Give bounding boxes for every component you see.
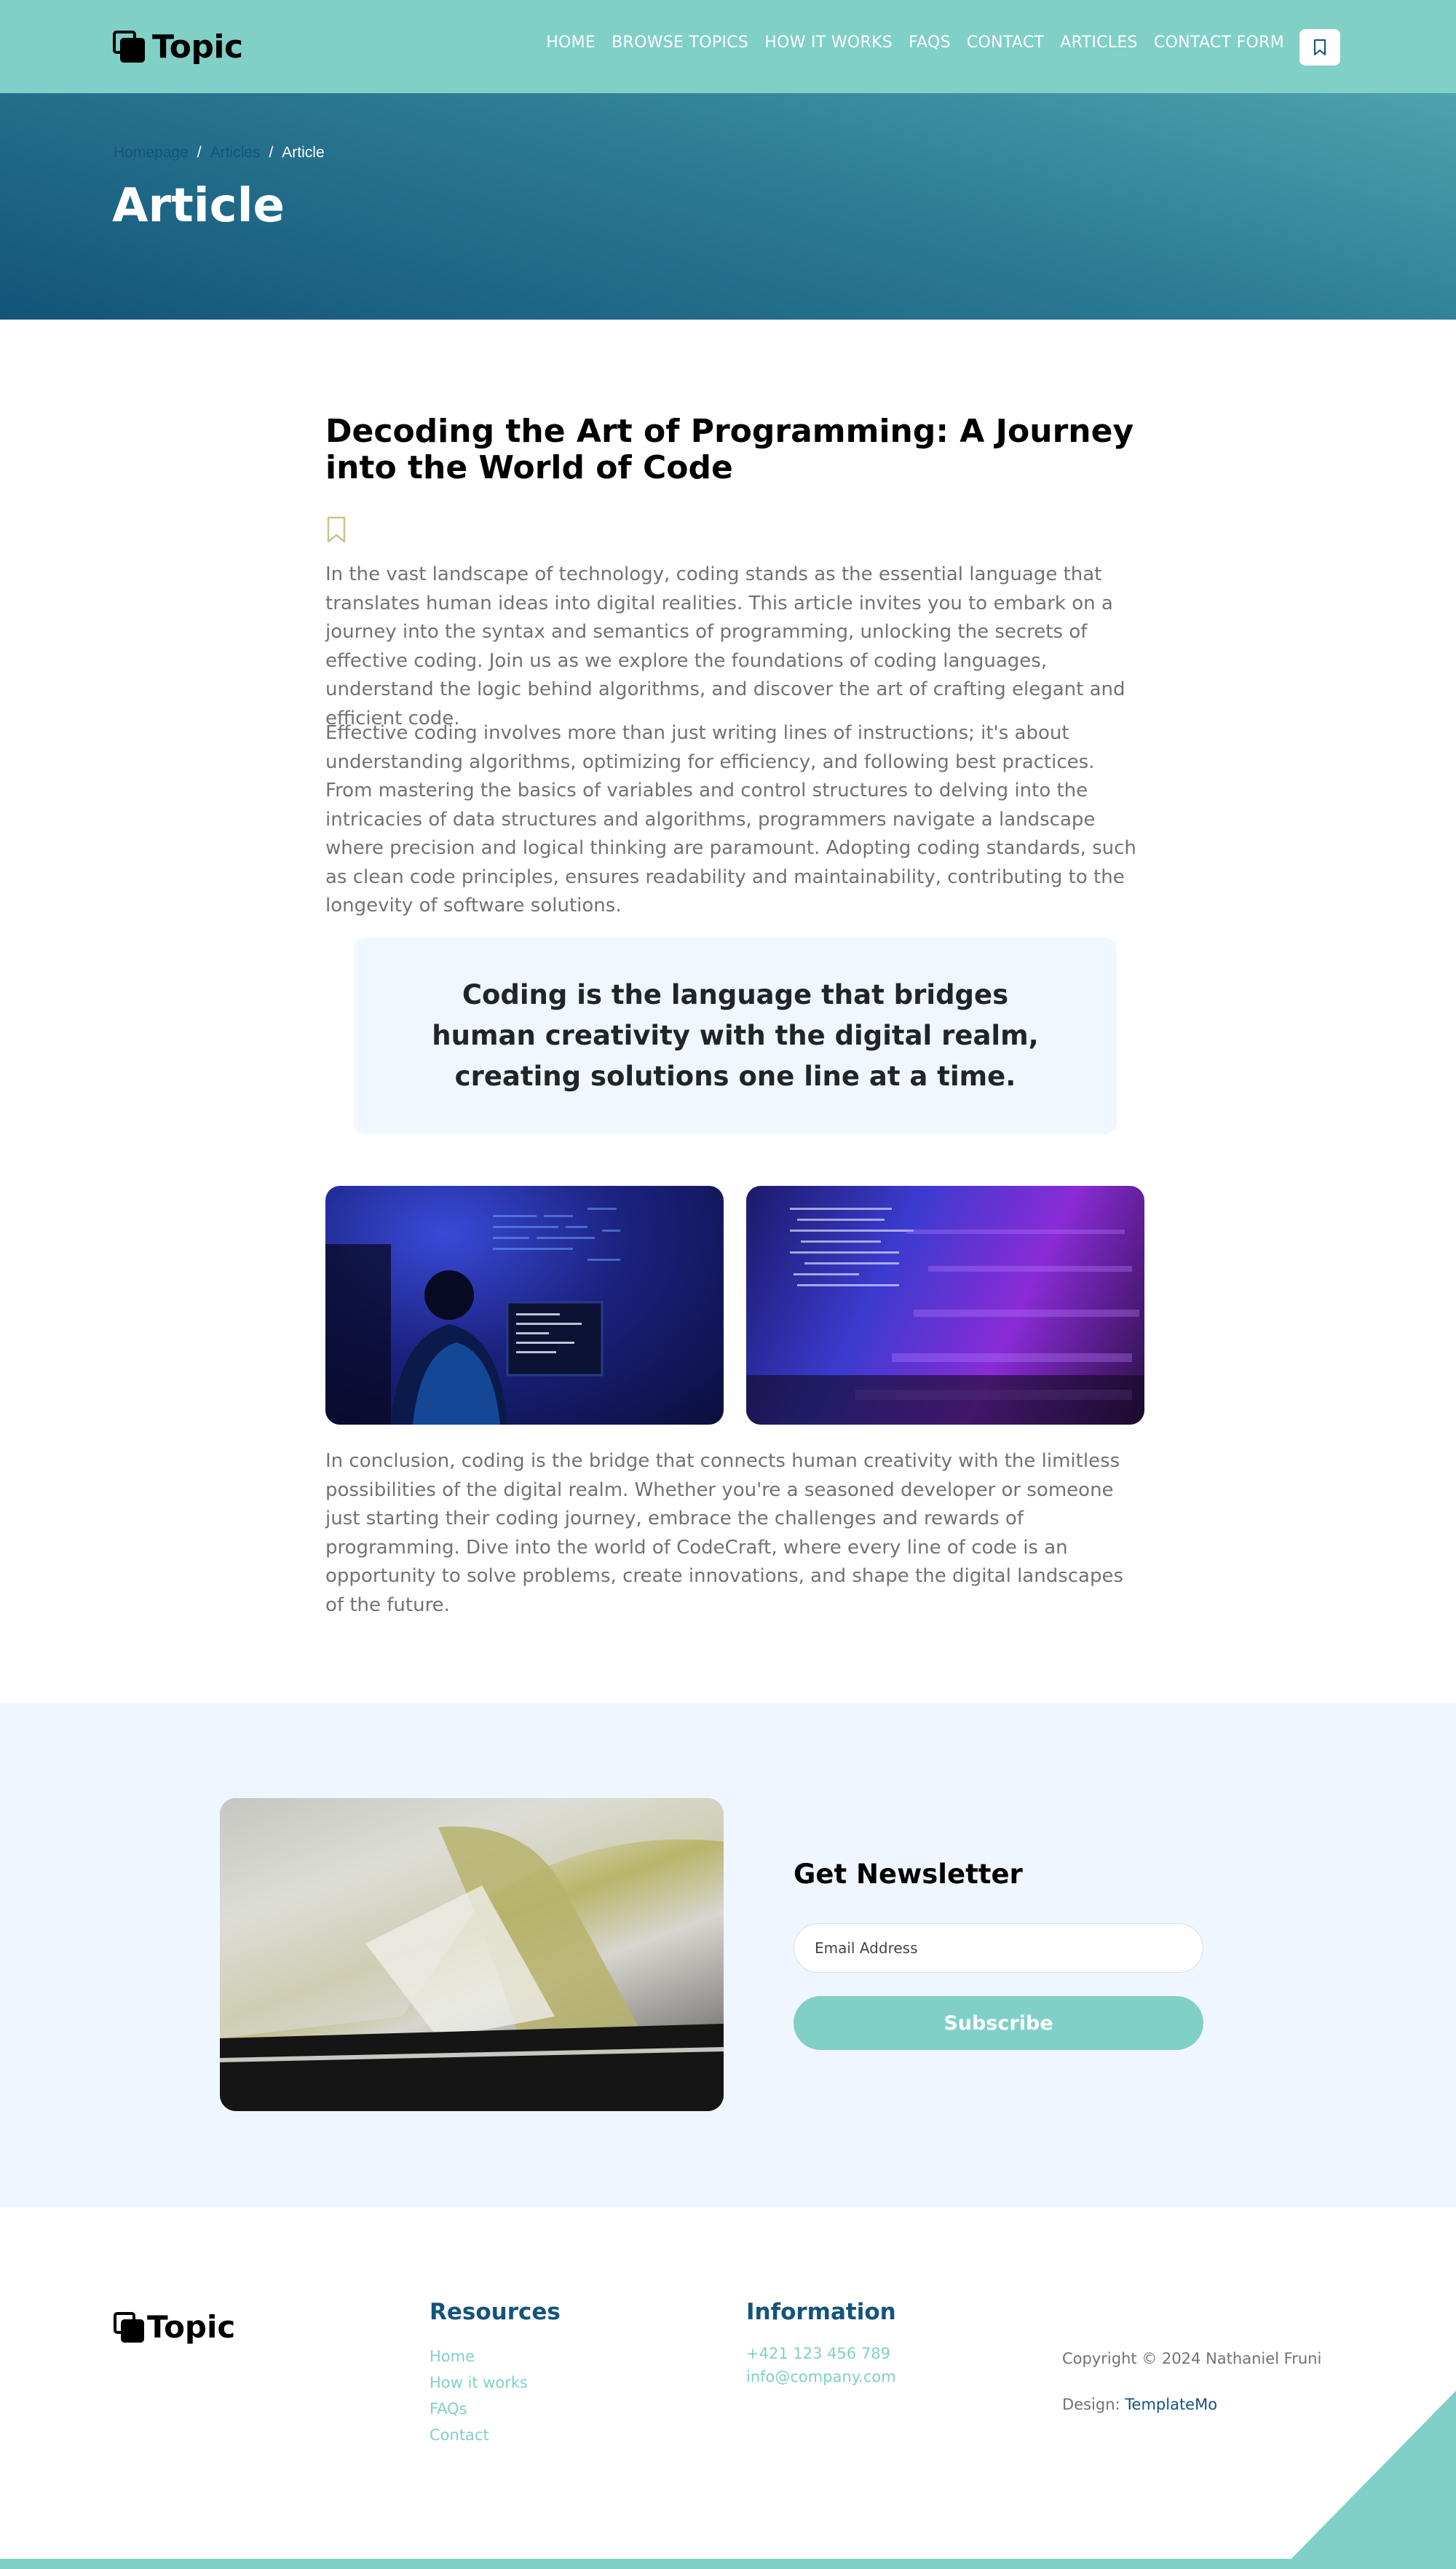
nav-contact-form[interactable]: CONTACT FORM <box>1154 33 1284 52</box>
copyright-text: Copyright © 2024 Nathaniel Fruni <box>1062 2350 1322 2367</box>
footer-corner-shape <box>1281 2391 1456 2569</box>
footer-link-home[interactable]: Home <box>430 2347 528 2366</box>
footer-link-contact[interactable]: Contact <box>430 2426 528 2445</box>
information-links: +421 123 456 789 info@company.com <box>746 2344 896 2386</box>
logo-icon <box>113 31 145 63</box>
footer-brand-name: Topic <box>147 2309 236 2345</box>
newsletter-section: Get Newsletter Subscribe <box>0 1703 1456 2207</box>
article-paragraph: In the vast landscape of technology, cod… <box>325 563 1125 729</box>
nav-menu: HOME BROWSE TOPICS HOW IT WORKS FAQS CON… <box>546 33 1284 52</box>
hero-banner: Homepage / Articles / Article Article <box>0 93 1456 320</box>
breadcrumb-articles[interactable]: Articles <box>210 144 261 162</box>
page-title: Article <box>112 179 285 233</box>
breadcrumb-homepage[interactable]: Homepage <box>114 144 189 162</box>
email-input[interactable] <box>794 1923 1203 1973</box>
brand-logo[interactable]: Topic <box>113 28 243 66</box>
blockquote: Coding is the language that bridges huma… <box>354 938 1117 1134</box>
nav-how-it-works[interactable]: HOW IT WORKS <box>764 33 893 52</box>
bookmark-icon <box>1314 39 1326 55</box>
bookmark-button[interactable] <box>1299 29 1340 66</box>
design-credit: Design: TemplateMo <box>1062 2396 1217 2413</box>
footer-link-faqs[interactable]: FAQs <box>430 2399 528 2418</box>
navbar: Topic HOME BROWSE TOPICS HOW IT WORKS FA… <box>0 0 1456 93</box>
footer-email-link[interactable]: info@company.com <box>746 2367 896 2386</box>
breadcrumb-separator: / <box>197 144 202 161</box>
nav-browse-topics[interactable]: BROWSE TOPICS <box>612 33 748 52</box>
brand-name: Topic <box>152 28 243 66</box>
breadcrumb: Homepage / Articles / Article <box>114 144 325 162</box>
article-title: Decoding the Art of Programming: A Journ… <box>325 413 1134 486</box>
resources-links: Home How it works FAQs Contact <box>430 2347 528 2445</box>
information-title: Information <box>746 2299 896 2325</box>
bookmark-icon[interactable] <box>325 515 347 545</box>
logo-icon <box>114 2311 144 2343</box>
footer-phone-link[interactable]: +421 123 456 789 <box>746 2344 896 2363</box>
subscribe-button[interactable]: Subscribe <box>794 1996 1203 2050</box>
nav-contact[interactable]: CONTACT <box>967 33 1044 52</box>
footer-link-how-it-works[interactable]: How it works <box>430 2373 528 2392</box>
article-content: Decoding the Art of Programming: A Journ… <box>325 413 1145 917</box>
nav-home[interactable]: HOME <box>546 33 596 52</box>
breadcrumb-current: Article <box>282 144 325 161</box>
footer-bottom-bar <box>0 2559 1456 2569</box>
quote-text: Coding is the language that bridges huma… <box>432 979 1039 1092</box>
programmer-image <box>325 1186 724 1425</box>
article-paragraph: Effective coding involves more than just… <box>325 722 1136 917</box>
article-paragraph: In conclusion, coding is the bridge that… <box>325 1450 1124 1616</box>
templatemo-link[interactable]: TemplateMo <box>1125 2396 1217 2413</box>
footer: Topic Resources Home How it works FAQs C… <box>0 2207 1456 2569</box>
footer-brand-logo[interactable]: Topic <box>114 2309 235 2345</box>
nav-faqs[interactable]: FAQS <box>909 33 951 52</box>
nav-articles[interactable]: ARTICLES <box>1060 33 1138 52</box>
newsletter-title: Get Newsletter <box>794 1859 1023 1890</box>
design-label: Design: <box>1062 2396 1120 2413</box>
breadcrumb-separator: / <box>269 144 274 161</box>
code-blur-image <box>746 1186 1144 1425</box>
newspaper-image <box>220 1798 724 2111</box>
resources-title: Resources <box>430 2299 561 2325</box>
